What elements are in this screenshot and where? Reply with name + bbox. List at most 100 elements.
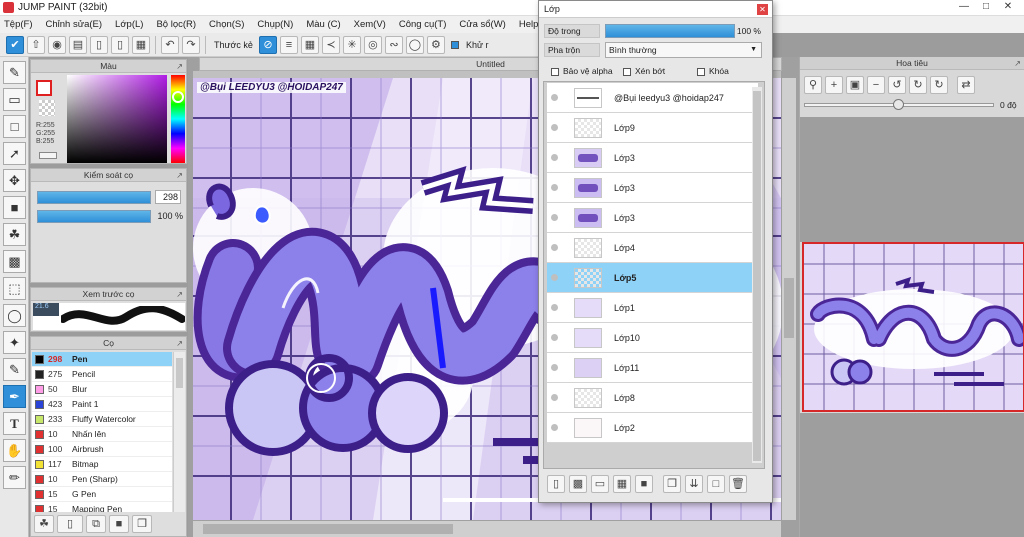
brush-copy-icon[interactable]: ⧉ <box>86 515 106 533</box>
new-layer-icon[interactable]: ▯ <box>547 475 565 493</box>
close-window-button[interactable]: ✕ <box>998 1 1018 14</box>
visibility-eye-icon[interactable] <box>551 154 558 161</box>
primary-color-swatch[interactable] <box>36 80 52 96</box>
brush-list-item[interactable]: 15 Mapping Pen <box>32 502 172 512</box>
perspective-icon[interactable]: ≺ <box>321 35 340 54</box>
blend-mode-select[interactable]: Bình thường ▼ <box>605 42 762 58</box>
new-folder-icon[interactable]: ■ <box>635 475 653 493</box>
menu-item[interactable]: Xem(V) <box>354 19 386 30</box>
speech-icon[interactable]: ◉ <box>48 35 66 54</box>
doc-icon[interactable]: ▯ <box>90 35 108 54</box>
layer-row[interactable]: Lớp9 <box>547 113 758 143</box>
brush-list-item[interactable]: 100 Airbrush <box>32 442 172 457</box>
brush-size-slider[interactable] <box>37 191 151 204</box>
brush-list-item[interactable]: 423 Paint 1 <box>32 397 172 412</box>
menu-item[interactable]: Lớp(L) <box>115 19 143 30</box>
panel-expand-icon[interactable]: ↗ <box>176 289 183 301</box>
layer-close-icon[interactable]: ✕ <box>757 4 768 15</box>
lasso-tool-icon[interactable]: ◯ <box>3 304 26 327</box>
panel-icon[interactable]: ▤ <box>69 35 87 54</box>
saturation-value-picker[interactable] <box>67 75 167 163</box>
menu-item[interactable]: Chỉnh sửa(E) <box>46 19 103 30</box>
visibility-eye-icon[interactable] <box>551 424 558 431</box>
visibility-eye-icon[interactable] <box>551 124 558 131</box>
panel-expand-icon[interactable]: ↗ <box>176 338 183 350</box>
visibility-eye-icon[interactable] <box>551 214 558 221</box>
layer-row[interactable]: Lớp3 <box>547 143 758 173</box>
color-mode-button[interactable] <box>39 152 57 159</box>
visibility-eye-icon[interactable] <box>551 244 558 251</box>
undo-icon[interactable]: ↶ <box>161 35 179 54</box>
settings-icon[interactable]: ⚙ <box>426 35 445 54</box>
menu-item[interactable]: Chọn(S) <box>209 19 244 30</box>
visibility-eye-icon[interactable] <box>551 94 558 101</box>
layer-row[interactable]: Lớp8 <box>547 383 758 413</box>
brush-opacity-slider[interactable] <box>37 210 151 223</box>
grid-icon[interactable]: ▦ <box>132 35 150 54</box>
layer-row[interactable]: Lớp1 <box>547 293 758 323</box>
gradient-tool-icon[interactable]: ▩ <box>3 250 26 273</box>
eyedropper-tool-icon[interactable]: ✒ <box>3 385 26 408</box>
new-raster-icon[interactable]: ▩ <box>569 475 587 493</box>
panel-expand-icon[interactable]: ↗ <box>176 170 183 182</box>
circle-ruler-icon[interactable]: ◎ <box>363 35 382 54</box>
layer-row[interactable]: @Bụi leedyu3 @hoidap247 <box>547 83 758 113</box>
menu-item[interactable]: Cửa sổ(W) <box>459 19 505 30</box>
parallel-icon[interactable]: ≡ <box>279 35 298 54</box>
brush-list-item[interactable]: 15 G Pen <box>32 487 172 502</box>
lock-checkbox[interactable] <box>697 67 705 76</box>
hand-tool-icon[interactable]: ✋ <box>3 439 26 462</box>
zoom-out-icon[interactable]: − <box>867 76 885 94</box>
bucket-tool-icon[interactable]: ☘ <box>3 223 26 246</box>
radial-icon[interactable]: ✳ <box>342 35 361 54</box>
menu-item[interactable]: Tệp(F) <box>4 19 33 30</box>
layer-row[interactable]: Lớp3 <box>547 173 758 203</box>
hue-marker[interactable] <box>172 91 184 103</box>
curve-ruler-icon[interactable]: ∾ <box>384 35 403 54</box>
merge-layer-icon[interactable]: ⇊ <box>685 475 703 493</box>
eraser-tool-icon[interactable]: ▭ <box>3 88 26 111</box>
layer-row[interactable]: Lớp10 <box>547 323 758 353</box>
trim-checkbox[interactable] <box>450 40 459 49</box>
rotation-slider-knob[interactable] <box>893 99 904 110</box>
menu-item[interactable]: Chụp(N) <box>257 19 293 30</box>
brush-list-item[interactable]: 233 Fluffy Watercolor <box>32 412 172 427</box>
move-tool-icon[interactable]: ✥ <box>3 169 26 192</box>
minimize-button[interactable]: — <box>954 1 974 14</box>
text-tool-icon[interactable]: T <box>3 412 26 435</box>
select-rect-icon[interactable]: ⬚ <box>3 277 26 300</box>
brush-list-item[interactable]: 298 Pen <box>32 352 172 367</box>
doc2-icon[interactable]: ▯ <box>111 35 129 54</box>
ellipse-ruler-icon[interactable]: ◯ <box>405 35 424 54</box>
hue-strip[interactable] <box>171 75 185 163</box>
redo-icon[interactable]: ↷ <box>182 35 200 54</box>
menu-item[interactable]: Màu (C) <box>306 19 340 30</box>
layer-opacity-slider[interactable] <box>605 24 735 38</box>
select-pen-icon[interactable]: ✎ <box>3 358 26 381</box>
navigator-thumbnail[interactable] <box>802 242 1024 412</box>
visibility-eye-icon[interactable] <box>551 334 558 341</box>
secondary-color-swatch[interactable] <box>39 100 55 116</box>
menu-item[interactable]: Help <box>519 19 539 30</box>
brush-list-item[interactable]: 10 Pen (Sharp) <box>32 472 172 487</box>
layer-row[interactable]: Lớp2 <box>547 413 758 443</box>
zoom-fit-icon[interactable]: ⚲ <box>804 76 822 94</box>
menu-item[interactable]: Công cụ(T) <box>399 19 447 30</box>
visibility-eye-icon[interactable] <box>551 184 558 191</box>
panel-expand-icon[interactable]: ↗ <box>176 61 183 73</box>
brush-size-input[interactable]: 298 <box>155 190 181 204</box>
layer-row[interactable]: Lớp3 <box>547 203 758 233</box>
visibility-eye-icon[interactable] <box>551 364 558 371</box>
brush-list-scrollbar[interactable] <box>173 352 185 512</box>
rect-tool-icon[interactable]: □ <box>3 115 26 138</box>
check-icon[interactable]: ✔ <box>6 35 24 54</box>
clear-layer-icon[interactable]: □ <box>707 475 725 493</box>
brush-new-icon[interactable]: ▯ <box>57 515 83 533</box>
maximize-button[interactable]: □ <box>976 1 996 14</box>
protect-alpha-checkbox[interactable] <box>551 67 559 76</box>
flip-icon[interactable]: ⇄ <box>957 76 975 94</box>
visibility-eye-icon[interactable] <box>551 394 558 401</box>
ruler-slash-icon[interactable]: ⊘ <box>258 35 277 54</box>
line-tool-icon[interactable]: ➚ <box>3 142 26 165</box>
visibility-eye-icon[interactable] <box>551 304 558 311</box>
